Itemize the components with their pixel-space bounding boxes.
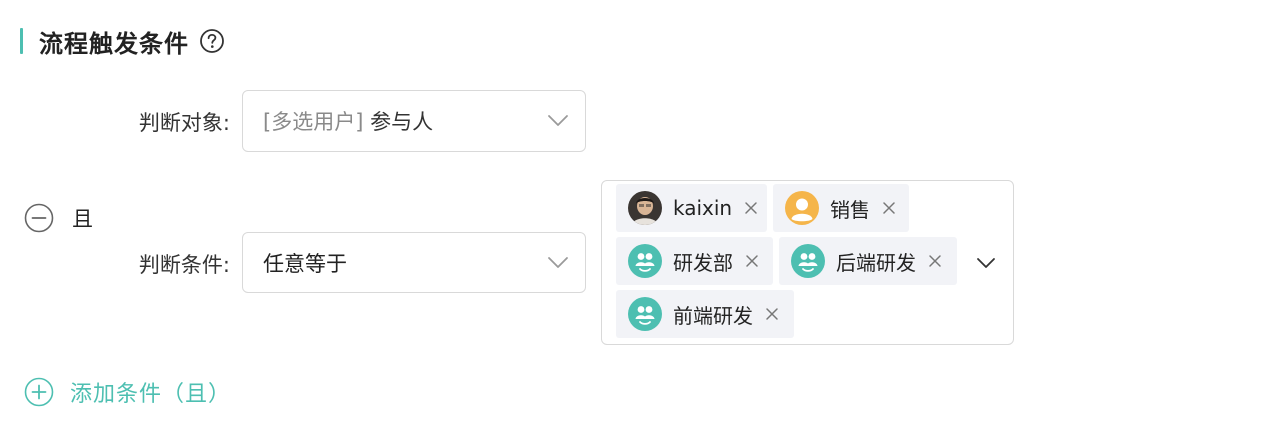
group-connector-label: 且 [72, 207, 93, 231]
plus-circle-icon [24, 377, 54, 407]
value-multi-select[interactable]: kaixin 销售 研发部 后端研发 前端研发 [601, 180, 1014, 345]
selected-tag: 销售 [773, 184, 909, 232]
judge-object-value-prefix: [多选用户] [263, 110, 364, 134]
selected-tag: 前端研发 [616, 290, 794, 338]
judge-object-value: [多选用户] 参与人 [263, 106, 433, 136]
title-accent-bar [20, 28, 23, 54]
chevron-down-icon[interactable] [976, 257, 996, 269]
department-icon [628, 244, 662, 278]
page-title: 流程触发条件 [39, 29, 189, 58]
section-title: 流程触发条件 [20, 26, 225, 58]
add-condition-label: 添加条件（且） [70, 382, 232, 407]
close-icon[interactable] [928, 254, 942, 268]
user-avatar [628, 191, 662, 225]
department-icon [791, 244, 825, 278]
chevron-down-icon [548, 115, 568, 126]
department-icon [628, 297, 662, 331]
tag-label: 后端研发 [836, 250, 916, 275]
tag-label: 前端研发 [673, 303, 753, 328]
judge-object-select[interactable]: [多选用户] 参与人 [242, 90, 586, 152]
chevron-down-icon [548, 256, 568, 268]
close-icon[interactable] [882, 201, 896, 215]
judge-object-value-main: 参与人 [370, 110, 434, 134]
judge-condition-value: 任意等于 [263, 251, 347, 276]
minus-circle-icon [24, 203, 54, 233]
close-icon[interactable] [744, 201, 758, 215]
judge-condition-label: 判断条件: [138, 253, 230, 277]
selected-tag: 研发部 [616, 237, 773, 285]
selected-tag: kaixin [616, 184, 767, 232]
tag-label: 研发部 [673, 250, 733, 275]
selected-tag: 后端研发 [779, 237, 957, 285]
tag-label: 销售 [830, 197, 870, 222]
remove-group-button[interactable] [24, 203, 54, 233]
question-circle-icon[interactable] [199, 28, 225, 54]
close-icon[interactable] [745, 254, 759, 268]
judge-condition-select[interactable]: 任意等于 [242, 232, 586, 293]
tag-label: kaixin [673, 196, 733, 220]
add-condition-button[interactable]: 添加条件（且） [24, 377, 231, 407]
judge-object-label: 判断对象: [138, 111, 230, 135]
user-avatar-icon [785, 191, 819, 225]
close-icon[interactable] [765, 307, 779, 321]
